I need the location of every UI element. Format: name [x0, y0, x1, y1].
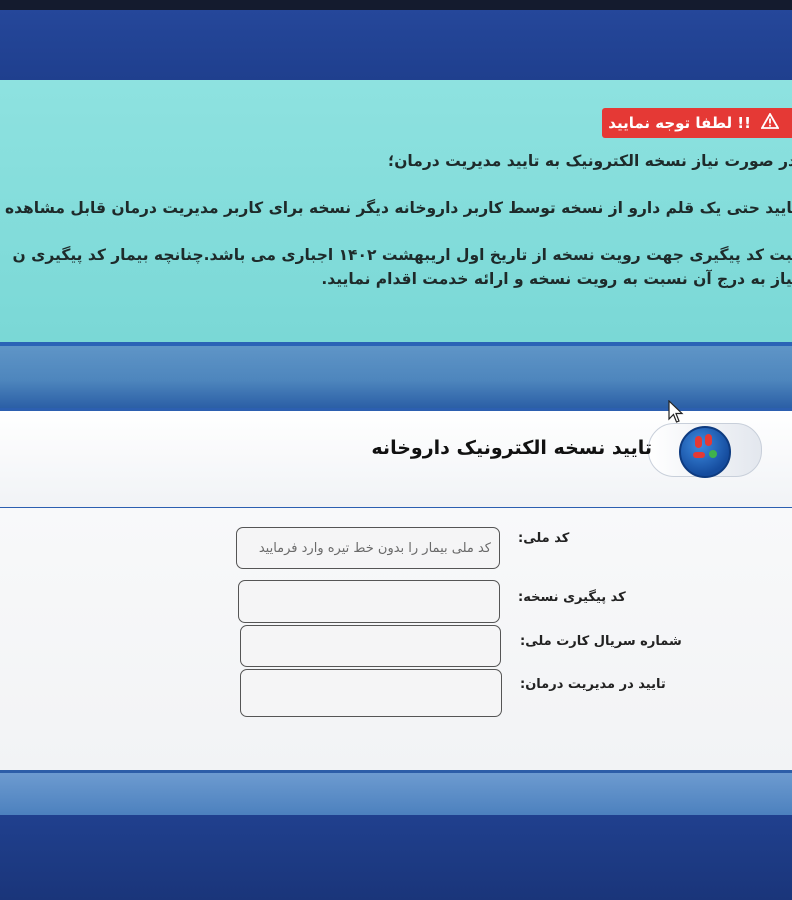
pharmacy-logo-icon	[679, 426, 731, 478]
tracking-code-input[interactable]	[239, 581, 499, 622]
page-title: تایید نسخه الکترونیک داروخانه	[371, 437, 652, 459]
treatment-approval-field[interactable]	[240, 669, 502, 717]
treatment-approval-input[interactable]	[241, 670, 501, 716]
footer-dark-bar	[0, 815, 792, 900]
attention-label: !! لطفا توجه نمایید	[608, 114, 751, 132]
tracking-code-field[interactable]	[238, 580, 500, 623]
screen-top-bezel	[0, 0, 792, 10]
national-code-label: کد ملی:	[518, 531, 570, 546]
mouse-pointer-icon	[668, 399, 684, 428]
tracking-code-label: کد پیگیری نسخه:	[518, 590, 626, 605]
notice-line-2: تایید حتی یک قلم دارو از نسخه توسط کاربر…	[4, 199, 792, 217]
footer-band	[0, 770, 792, 818]
decorative-blue-band	[0, 346, 792, 408]
card-serial-input[interactable]	[241, 626, 500, 666]
national-code-field[interactable]	[236, 527, 500, 569]
warning-triangle-icon	[760, 112, 780, 133]
notice-line-4: نیاز به درج آن نسبت به رویت نسخه و ارائه…	[321, 270, 792, 288]
card-serial-field[interactable]	[240, 625, 501, 667]
attention-badge: !! لطفا توجه نمایید	[602, 108, 792, 138]
national-code-input[interactable]	[237, 528, 499, 568]
card-serial-label: شماره سریال کارت ملی:	[520, 634, 682, 649]
top-blue-bar	[0, 10, 792, 80]
notice-line-3: ثبت کد پیگیری جهت رویت نسخه از تاریخ اول…	[12, 246, 792, 264]
notice-line-1: در صورت نیاز نسخه الکترونیک به تایید مدی…	[388, 152, 792, 170]
treatment-approval-label: تایید در مدیریت درمان:	[520, 677, 666, 692]
logo-holder	[648, 423, 762, 478]
